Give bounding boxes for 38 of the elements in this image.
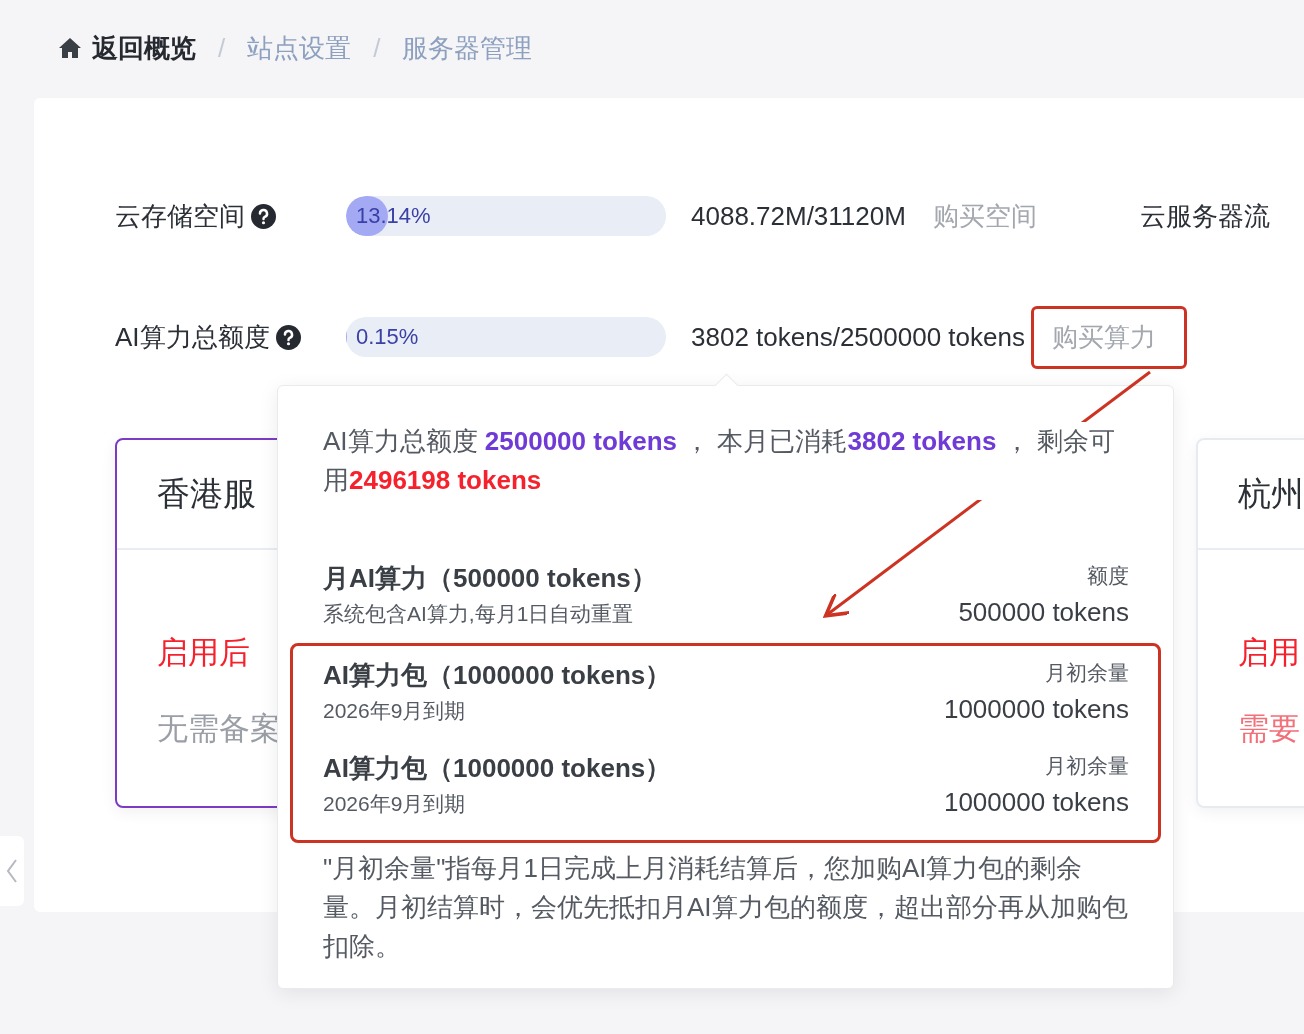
quota-note: "月初余量"指每月1日完成上月消耗结算后，您加购AI算力包的剩余量。月初结算时，会优先抵扣月AI算力包的额度，超出部分再从加购包扣除。 <box>323 852 1129 963</box>
help-icon[interactable] <box>251 203 276 229</box>
purchase-link[interactable]: 购买空间 <box>916 190 1053 242</box>
server-title: 香港服 <box>157 473 256 514</box>
enable-notice: 启用 <box>1238 635 1300 670</box>
package-title: AI算力包（1000000 tokens） <box>323 752 672 785</box>
amount-label: 月初余量 <box>1044 753 1129 779</box>
filing-note: 需要 <box>1238 711 1300 746</box>
package-title: 月AI算力（500000 tokens） <box>323 562 657 595</box>
filing-note: 无需备案 <box>157 711 281 746</box>
home-icon <box>58 36 82 60</box>
quota-label: 云存储空间 <box>115 199 245 233</box>
help-icon[interactable] <box>275 324 301 350</box>
package-title: AI算力包（1000000 tokens） <box>323 659 672 692</box>
package-subtitle: 系统包含AI算力,每月1日自动重置 <box>323 601 635 627</box>
usage-value: 3802 tokens/2500000 tokens <box>691 321 1025 353</box>
breadcrumb-link[interactable]: 服务器管理 <box>402 30 533 66</box>
breadcrumb-link[interactable]: 返回概览 <box>92 30 196 66</box>
amount-value: 500000 tokens <box>958 596 1129 629</box>
progress-percent: 0.15% <box>356 323 419 351</box>
amount-value: 1000000 tokens <box>943 786 1129 819</box>
progress-percent: 13.14% <box>356 202 431 230</box>
server-card[interactable]: 杭州 启用 需要 <box>1196 438 1304 808</box>
amount-label: 额度 <box>1086 563 1129 589</box>
amount-value: 1000000 tokens <box>943 693 1129 726</box>
purchase-link[interactable]: 购买算力 <box>1035 311 1172 363</box>
package-subtitle: 2026年9月到期 <box>323 791 467 817</box>
usage-value: 4088.72M/31120M <box>691 200 906 232</box>
server-title: 杭州 <box>1238 473 1304 514</box>
section-label: 云服务器流 <box>1139 199 1270 233</box>
breadcrumb-separator: / <box>218 32 226 64</box>
breadcrumb-link[interactable]: 站点设置 <box>247 30 352 66</box>
package-subtitle: 2026年9月到期 <box>323 698 467 724</box>
amount-label: 月初余量 <box>1044 660 1129 686</box>
quota-label: AI算力总额度 <box>115 320 270 354</box>
chevron-left-icon <box>6 858 18 884</box>
enable-notice: 启用后 <box>157 635 250 670</box>
breadcrumb-separator: / <box>373 32 381 64</box>
